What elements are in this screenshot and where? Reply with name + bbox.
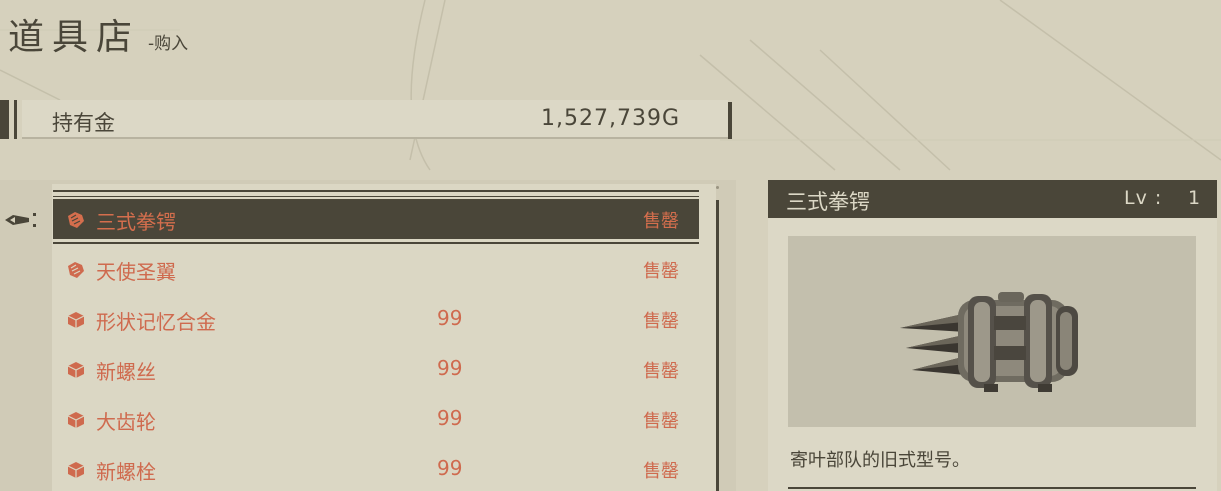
item-name: 大齿轮 xyxy=(96,410,156,434)
material-cube-icon xyxy=(67,412,85,428)
money-value: 1,527,739G xyxy=(540,106,680,131)
money-bar-marker-thin xyxy=(14,100,17,139)
material-cube-icon xyxy=(67,312,85,328)
scrollbar[interactable] xyxy=(716,200,719,491)
list-item[interactable]: 形状记忆合金 99 售罄 xyxy=(53,299,699,339)
page-title: 道具店 xyxy=(8,17,141,58)
weapon-icon xyxy=(68,262,84,278)
money-bar-edge xyxy=(728,102,732,139)
item-name: 形状记忆合金 xyxy=(96,310,216,334)
item-qty: 99 xyxy=(437,456,463,480)
item-qty: 99 xyxy=(437,406,463,430)
selection-cursor-icon xyxy=(5,213,36,227)
list-item[interactable]: 新螺栓 99 售罄 xyxy=(53,449,699,489)
item-preview-image xyxy=(788,236,1196,427)
page-subtitle: -购入 xyxy=(148,34,189,54)
list-item[interactable]: 新螺丝 99 售罄 xyxy=(53,349,699,389)
item-status: 售罄 xyxy=(643,261,679,282)
money-bar-marker xyxy=(0,100,9,139)
detail-bottom-rule xyxy=(788,487,1196,489)
list-top-rule-thin xyxy=(53,196,699,197)
item-name: 天使圣翼 xyxy=(96,260,176,284)
item-qty: 99 xyxy=(437,306,463,330)
knuckle-weapon-icon xyxy=(900,292,1078,392)
item-status: 售罄 xyxy=(643,411,679,432)
item-name: 新螺栓 xyxy=(96,460,156,484)
money-bar: 持有金 1,527,739G xyxy=(0,100,732,139)
item-status: 售罄 xyxy=(643,461,679,482)
money-label: 持有金 xyxy=(52,111,115,135)
item-status: 售罄 xyxy=(643,361,679,382)
list-item[interactable]: 天使圣翼 售罄 xyxy=(53,249,699,289)
item-name: 新螺丝 xyxy=(96,360,156,384)
item-qty: 99 xyxy=(437,356,463,380)
item-status: 售罄 xyxy=(643,211,679,232)
material-cube-icon xyxy=(67,462,85,478)
item-level-label: Lv : xyxy=(1124,187,1163,209)
list-item[interactable]: 大齿轮 99 售罄 xyxy=(53,399,699,439)
item-level-value: 1 xyxy=(1188,187,1201,209)
material-cube-icon xyxy=(67,362,85,378)
item-name: 三式拳锷 xyxy=(96,210,176,234)
item-detail-name: 三式拳锷 xyxy=(786,190,870,214)
shop-title: 道具店 -购入 xyxy=(8,8,188,60)
weapon-icon xyxy=(68,212,84,228)
item-description: 寄叶部队的旧式型号。 xyxy=(790,450,970,471)
selected-row-underline xyxy=(53,242,699,244)
item-status: 售罄 xyxy=(643,311,679,332)
scrollbar-cap xyxy=(716,186,719,189)
list-top-rule xyxy=(53,190,699,192)
list-item-selected[interactable]: 三式拳锷 售罄 xyxy=(53,199,699,239)
